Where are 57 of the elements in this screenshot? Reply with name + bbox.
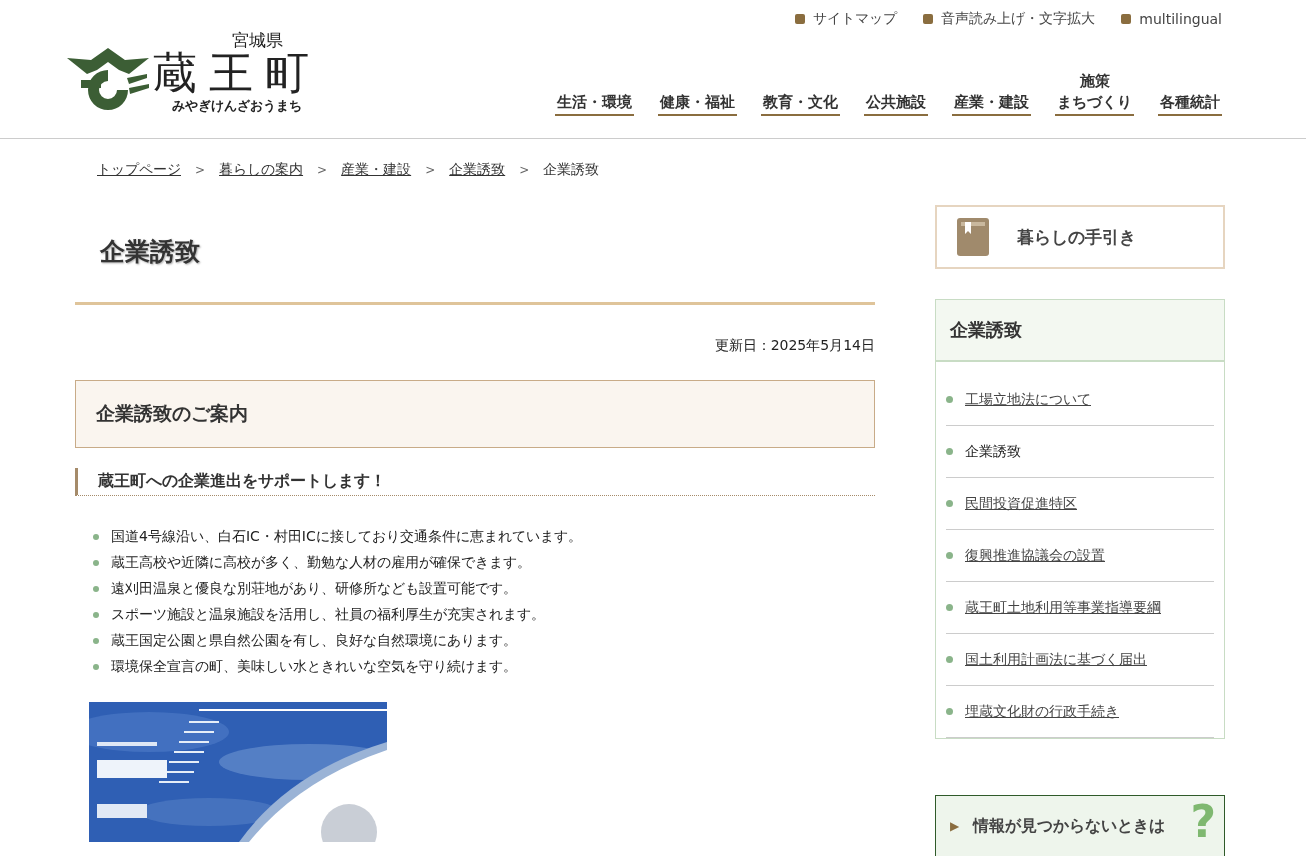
nav-link[interactable]: 健康・福祉	[658, 92, 737, 116]
side-menu-link[interactable]: 埋蔵文化財の行政手続き	[965, 702, 1119, 721]
nav-link[interactable]: 教育・文化	[761, 92, 840, 116]
nav-link[interactable]: 施策 まちづくり	[1055, 71, 1134, 116]
bullet-icon	[946, 552, 953, 559]
bullet-icon	[946, 396, 953, 403]
side-menu-title: 企業誘致	[936, 300, 1224, 362]
breadcrumb-link[interactable]: 暮らしの案内	[219, 161, 304, 179]
breadcrumb-link[interactable]: 企業誘致	[449, 161, 506, 179]
nav-link[interactable]: 各種統計	[1158, 92, 1222, 116]
bullet-icon	[93, 612, 99, 618]
logo-reading: みやぎけんざおうまち	[172, 99, 302, 112]
logo-prefecture: 宮城県	[231, 32, 283, 49]
bullet-icon	[93, 586, 99, 592]
list-item-text: 蔵王高校や近隣に高校が多く、勤勉な人材の雇用が確保できます。	[111, 554, 531, 572]
breadcrumb-separator: >	[425, 163, 436, 177]
list-item-text: 蔵王国定公園と県自然公園を有し、良好な自然環境にあります。	[111, 632, 517, 650]
list-item-text: 国道4号線沿い、白石IC・村田ICに接しており交通条件に恵まれています。	[111, 528, 582, 546]
help-banner[interactable]: ▶ 情報が見つからないときは ?	[935, 795, 1225, 856]
side-menu-link[interactable]: 企業誘致	[965, 442, 1021, 461]
breadcrumb-separator: >	[195, 163, 206, 177]
bullet-icon	[946, 708, 953, 715]
bullet-icon	[93, 560, 99, 566]
bullet-icon	[946, 500, 953, 507]
breadcrumb-current: 企業誘致	[543, 161, 600, 179]
side-menu-link[interactable]: 国土利用計画法に基づく届出	[965, 650, 1147, 669]
utility-link[interactable]: サイトマップ	[795, 10, 898, 28]
list-item-text: スポーツ施設と温泉施設を活用し、社員の福利厚生が充実されます。	[111, 606, 545, 624]
book-icon	[957, 218, 989, 256]
list-item-text: 遠刈田温泉と優良な別荘地があり、研修所なども設置可能です。	[111, 580, 517, 598]
utility-link[interactable]: multilingual	[1121, 10, 1222, 28]
breadcrumb-separator: >	[519, 163, 530, 177]
bullet-icon	[946, 604, 953, 611]
nav-link[interactable]: 産業・建設	[952, 92, 1031, 116]
breadcrumb-separator: >	[317, 163, 328, 177]
bullet-icon	[93, 534, 99, 540]
side-menu-link[interactable]: 復興推進協議会の設置	[965, 546, 1105, 565]
bullet-icon	[946, 656, 953, 663]
page-title: 企業誘致	[99, 236, 201, 268]
town-emblem-icon	[67, 48, 149, 112]
side-menu-link[interactable]: 民間投資促進特区	[965, 494, 1077, 513]
breadcrumb-link[interactable]: 産業・建設	[341, 161, 412, 179]
logo-town-name: 蔵王町	[153, 51, 321, 95]
nav-link[interactable]: 公共施設	[864, 92, 928, 116]
subheading: 蔵王町への企業進出をサポートします！	[75, 468, 875, 496]
bullet-icon	[946, 448, 953, 455]
list-item-text: 環境保全宣言の町、美味しい水ときれいな空気を守り続けます。	[111, 658, 517, 676]
side-menu-link[interactable]: 蔵王町土地利用等事業指導要綱	[965, 598, 1161, 617]
bullet-icon	[93, 664, 99, 670]
side-menu-link[interactable]: 工場立地法について	[965, 390, 1091, 409]
breadcrumb-link[interactable]: トップページ	[97, 161, 181, 179]
update-date: 更新日：2025年5月14日	[713, 337, 875, 355]
bullet-icon	[93, 638, 99, 644]
guide-button[interactable]: 暮らしの手引き	[935, 205, 1225, 269]
nav-link[interactable]: 生活・環境	[555, 92, 634, 116]
section-heading: 企業誘致のご案内	[75, 380, 875, 448]
utility-link[interactable]: 音声読み上げ・文字拡大	[923, 10, 1096, 28]
